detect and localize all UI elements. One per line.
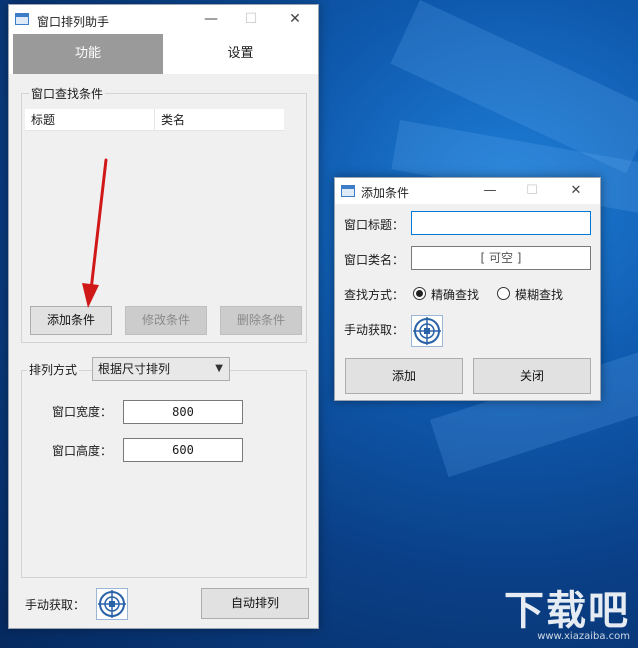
column-class[interactable]: 类名 bbox=[155, 109, 284, 131]
maximize-icon: ☐ bbox=[244, 11, 258, 27]
column-title[interactable]: 标题 bbox=[25, 109, 155, 131]
minimize-icon[interactable]: — bbox=[191, 5, 231, 34]
main-tabs: 功能 设置 bbox=[9, 34, 318, 74]
arrange-method-select[interactable]: 根据尺寸排列 ▼ bbox=[92, 357, 230, 381]
delete-condition-button: 删除条件 bbox=[220, 306, 302, 335]
window-title-label: 窗口标题： bbox=[344, 218, 405, 232]
watermark-logo: 下载吧 bbox=[504, 588, 630, 634]
window-class-label: 窗口类名： bbox=[344, 253, 405, 267]
app-window-icon bbox=[15, 13, 29, 25]
conditions-list[interactable]: 标题 类名 bbox=[25, 109, 284, 289]
conditions-list-header: 标题 类名 bbox=[25, 109, 284, 131]
find-conditions-label: 窗口查找条件 bbox=[29, 85, 106, 102]
arrange-method-value: 根据尺寸排列 bbox=[98, 362, 171, 376]
tab-settings[interactable]: 设置 bbox=[163, 34, 318, 74]
fuzzy-find-radio[interactable] bbox=[497, 287, 510, 300]
exact-find-label[interactable]: 精确查找 bbox=[431, 286, 479, 303]
dialog-minimize-icon[interactable]: — bbox=[471, 178, 509, 204]
dialog-maximize-icon: ☐ bbox=[526, 183, 538, 198]
window-height-label: 窗口高度： bbox=[52, 444, 113, 458]
chevron-down-icon: ▼ bbox=[215, 363, 223, 374]
dialog-titlebar[interactable]: 添加条件 — ☐ ✕ bbox=[335, 178, 600, 204]
site-watermark: 下载吧 www.xiazaiba.com bbox=[504, 591, 630, 642]
dialog-title: 添加条件 bbox=[361, 186, 410, 200]
window-width-label: 窗口宽度： bbox=[52, 405, 113, 419]
find-method-label: 查找方式： bbox=[344, 288, 405, 302]
manual-capture-label: 手动获取： bbox=[25, 598, 86, 612]
dialog-manual-capture-label: 手动获取： bbox=[344, 323, 405, 337]
dialog-close-icon[interactable]: ✕ bbox=[557, 178, 595, 204]
dialog-add-button[interactable]: 添加 bbox=[345, 358, 463, 394]
main-window-title: 窗口排列助手 bbox=[37, 15, 110, 29]
exact-find-radio[interactable] bbox=[413, 287, 426, 300]
auto-arrange-button[interactable]: 自动排列 bbox=[201, 588, 309, 619]
add-condition-button[interactable]: 添加条件 bbox=[30, 306, 112, 335]
close-icon[interactable]: ✕ bbox=[275, 5, 315, 34]
modify-condition-button: 修改条件 bbox=[125, 306, 207, 335]
crosshair-target-icon[interactable] bbox=[96, 588, 128, 620]
add-condition-dialog: 添加条件 — ☐ ✕ 窗口标题： 窗口类名： [ 可空 ] 查找方式： 精确查找… bbox=[334, 177, 601, 401]
dialog-close-button[interactable]: 关闭 bbox=[473, 358, 591, 394]
window-width-input[interactable]: 800 bbox=[123, 400, 243, 424]
window-height-input[interactable]: 600 bbox=[123, 438, 243, 462]
window-class-input[interactable]: [ 可空 ] bbox=[411, 246, 591, 270]
fuzzy-find-label[interactable]: 模糊查找 bbox=[515, 286, 563, 303]
dialog-crosshair-target-icon[interactable] bbox=[411, 315, 443, 347]
dialog-window-icon bbox=[341, 185, 355, 197]
main-window: 窗口排列助手 — ☐ ✕ 功能 设置 窗口查找条件 标题 类名 添加条件 修改条… bbox=[8, 4, 319, 629]
main-titlebar[interactable]: 窗口排列助手 — ☐ ✕ bbox=[9, 5, 318, 34]
arrange-method-label: 排列方式 bbox=[27, 362, 80, 378]
tab-features[interactable]: 功能 bbox=[13, 34, 163, 74]
window-title-input[interactable] bbox=[411, 211, 591, 235]
